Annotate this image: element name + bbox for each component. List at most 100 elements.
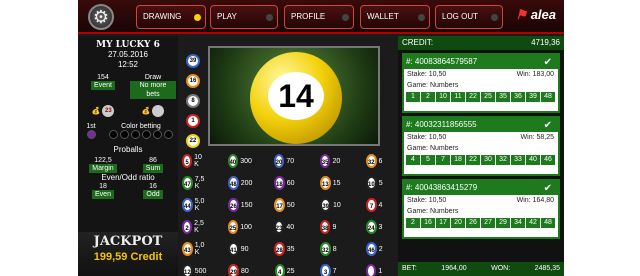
odds-ball: 29 xyxy=(228,264,239,276)
event-draw-row: 154 Event Draw No more bets xyxy=(78,74,178,99)
ticket-list: #: 40083864579587 ✔ Stake: 10,50 Win: 183,0… xyxy=(398,53,564,239)
color-slot-icon[interactable] xyxy=(153,130,162,139)
current-ball: 14 xyxy=(250,52,342,144)
ticket-number: 30 xyxy=(481,155,495,165)
nav-profile[interactable]: PROFILE xyxy=(284,5,354,29)
history-ball: 22 xyxy=(186,134,200,148)
odds-multiplier: 2,5 K xyxy=(194,220,204,234)
coin-group-1: 💰 23 xyxy=(80,105,126,117)
color-slot-icon[interactable] xyxy=(164,130,173,139)
draw-box: Draw No more bets xyxy=(130,74,176,99)
nav-play[interactable]: PLAY xyxy=(210,5,278,29)
even-box: 18 Even xyxy=(80,183,126,199)
nav-wallet-label: WALLET xyxy=(367,12,399,21)
bet-footer: BET: 1964,00 WON: 2485,35 xyxy=(398,262,564,276)
history-ball: 1 xyxy=(186,114,200,128)
nav-wallet[interactable]: WALLET xyxy=(360,5,430,29)
money-bag-icon: 💰 xyxy=(91,107,101,115)
odds-grid: 5 10 K 40 300 20 70 35 20 32 6 47 7,5 K 48 200 18 60 13 1… xyxy=(182,150,392,276)
odds-multiplier: 10 xyxy=(333,201,341,209)
ticket-id: #: 40032311856555 ✔ xyxy=(404,118,558,132)
ticket-number: 7 xyxy=(436,155,450,165)
odds-ball: 4 xyxy=(274,264,285,276)
odds-multiplier: 7,5 K xyxy=(194,176,205,190)
ticket-number: 4 xyxy=(406,155,420,165)
odds-ball: 13 xyxy=(320,176,331,190)
coin-group-2: 💰 xyxy=(130,105,176,117)
odds-ball: 23 xyxy=(273,220,285,234)
odds-row: 5 10 K 40 300 20 70 35 20 32 6 xyxy=(182,150,392,172)
nav-drawing[interactable]: DRAWING xyxy=(136,5,206,29)
ticket-number: 18 xyxy=(451,155,465,165)
event-box: 154 Event xyxy=(80,74,126,99)
odds-ball: 3 xyxy=(320,264,331,276)
proballs-label: Proballs xyxy=(113,145,143,154)
active-dot-icon xyxy=(194,14,201,21)
flag-icon: ⚑ xyxy=(515,7,528,22)
history-ball: 39 xyxy=(186,54,200,68)
nav-profile-label: PROFILE xyxy=(291,12,326,21)
ticket-numbers: 1 2 10 11 22 25 35 36 39 48 xyxy=(406,92,556,102)
color-slot-icon[interactable] xyxy=(131,130,140,139)
odds-multiplier: 300 xyxy=(240,157,252,165)
ticket-number: 2 xyxy=(421,92,435,102)
odds-multiplier: 9 xyxy=(332,223,337,231)
odds-multiplier: 40 xyxy=(286,223,295,231)
margin-label: Margin xyxy=(89,164,117,173)
ticket-number: 16 xyxy=(421,218,435,228)
odds-ball: 43 xyxy=(182,242,193,256)
color-slot-icon[interactable] xyxy=(120,130,129,139)
ticket-numbers: 4 5 7 18 22 30 32 33 40 46 xyxy=(406,155,556,165)
odds-row: 43 1,0 K 41 90 28 35 32 8 46 2 xyxy=(182,238,392,260)
odds-ball xyxy=(366,264,377,276)
ticket-number: 33 xyxy=(511,155,525,165)
odds-ball: 32 xyxy=(365,154,377,168)
ticket-card[interactable]: #: 40083864579587 ✔ Stake: 10,50 Win: 183,0… xyxy=(402,53,560,113)
sum-value: 86 xyxy=(149,157,157,164)
ticket-number: 27 xyxy=(481,218,495,228)
coin-row: 💰 23 💰 xyxy=(78,105,178,117)
odds-ball: 2 xyxy=(182,220,193,234)
odds-multiplier: 1,0 K xyxy=(194,242,205,256)
odds-multiplier: 80 xyxy=(240,267,249,275)
money-bag-icon: 💰 xyxy=(141,107,151,115)
ticket-card[interactable]: #: 40043863415279 ✔ Stake: 10,50 Win: 164,8… xyxy=(402,179,560,239)
ticket-number: 29 xyxy=(496,218,510,228)
nav-logout[interactable]: LOG OUT xyxy=(435,5,503,29)
ticket-number: 2 xyxy=(406,218,420,228)
color-slot-icon[interactable] xyxy=(109,130,118,139)
odds-ball: 38 xyxy=(319,220,331,234)
odd-box: 16 Odd xyxy=(130,183,176,199)
color-betting-label: Color betting xyxy=(121,123,161,130)
ticket-win: Win: 58,25 xyxy=(520,134,554,141)
draw-stage: 14 xyxy=(208,46,380,146)
settings-gear-icon[interactable]: ⚙ xyxy=(88,4,114,30)
ticket-stake: Stake: 10,50 xyxy=(407,134,447,141)
odds-ball: 20 xyxy=(273,154,285,168)
won-value: 2485,35 xyxy=(534,265,560,272)
odds-multiplier: 2 xyxy=(378,245,383,253)
ticket-number: 11 xyxy=(451,92,465,102)
ticket-id: #: 40043863415279 ✔ xyxy=(404,181,558,195)
check-icon: ✔ xyxy=(543,57,552,68)
odds-multiplier: 7 xyxy=(332,267,337,275)
odd-value: 16 xyxy=(149,183,157,190)
odds-multiplier: 50 xyxy=(286,201,295,209)
ticket-stake-row: Stake: 10,50 Win: 58,25 xyxy=(404,132,558,143)
odds-multiplier: 1 xyxy=(378,267,383,275)
game-title: MY LUCKY 6 xyxy=(96,40,160,50)
odds-ball: 39 xyxy=(320,198,332,212)
current-ball-number: 14 xyxy=(268,72,324,120)
odds-multiplier: 6 xyxy=(378,157,383,165)
ticket-card[interactable]: #: 40032311856555 ✔ Stake: 10,50 Win: 58,25… xyxy=(402,116,560,176)
ticket-stake-row: Stake: 10,50 Win: 183,00 xyxy=(404,69,558,80)
first-box: 1st xyxy=(80,123,102,141)
odds-ball: 48 xyxy=(228,176,239,190)
color-slot-icon[interactable] xyxy=(142,130,151,139)
odds-ball: 35 xyxy=(319,154,331,168)
ticket-game: Game: Numbers xyxy=(407,82,459,89)
ticket-number: 48 xyxy=(541,218,555,228)
odds-multiplier: 5,0 K xyxy=(194,198,205,212)
ticket-id: #: 40083864579587 ✔ xyxy=(404,55,558,69)
nav-logout-label: LOG OUT xyxy=(442,12,479,21)
